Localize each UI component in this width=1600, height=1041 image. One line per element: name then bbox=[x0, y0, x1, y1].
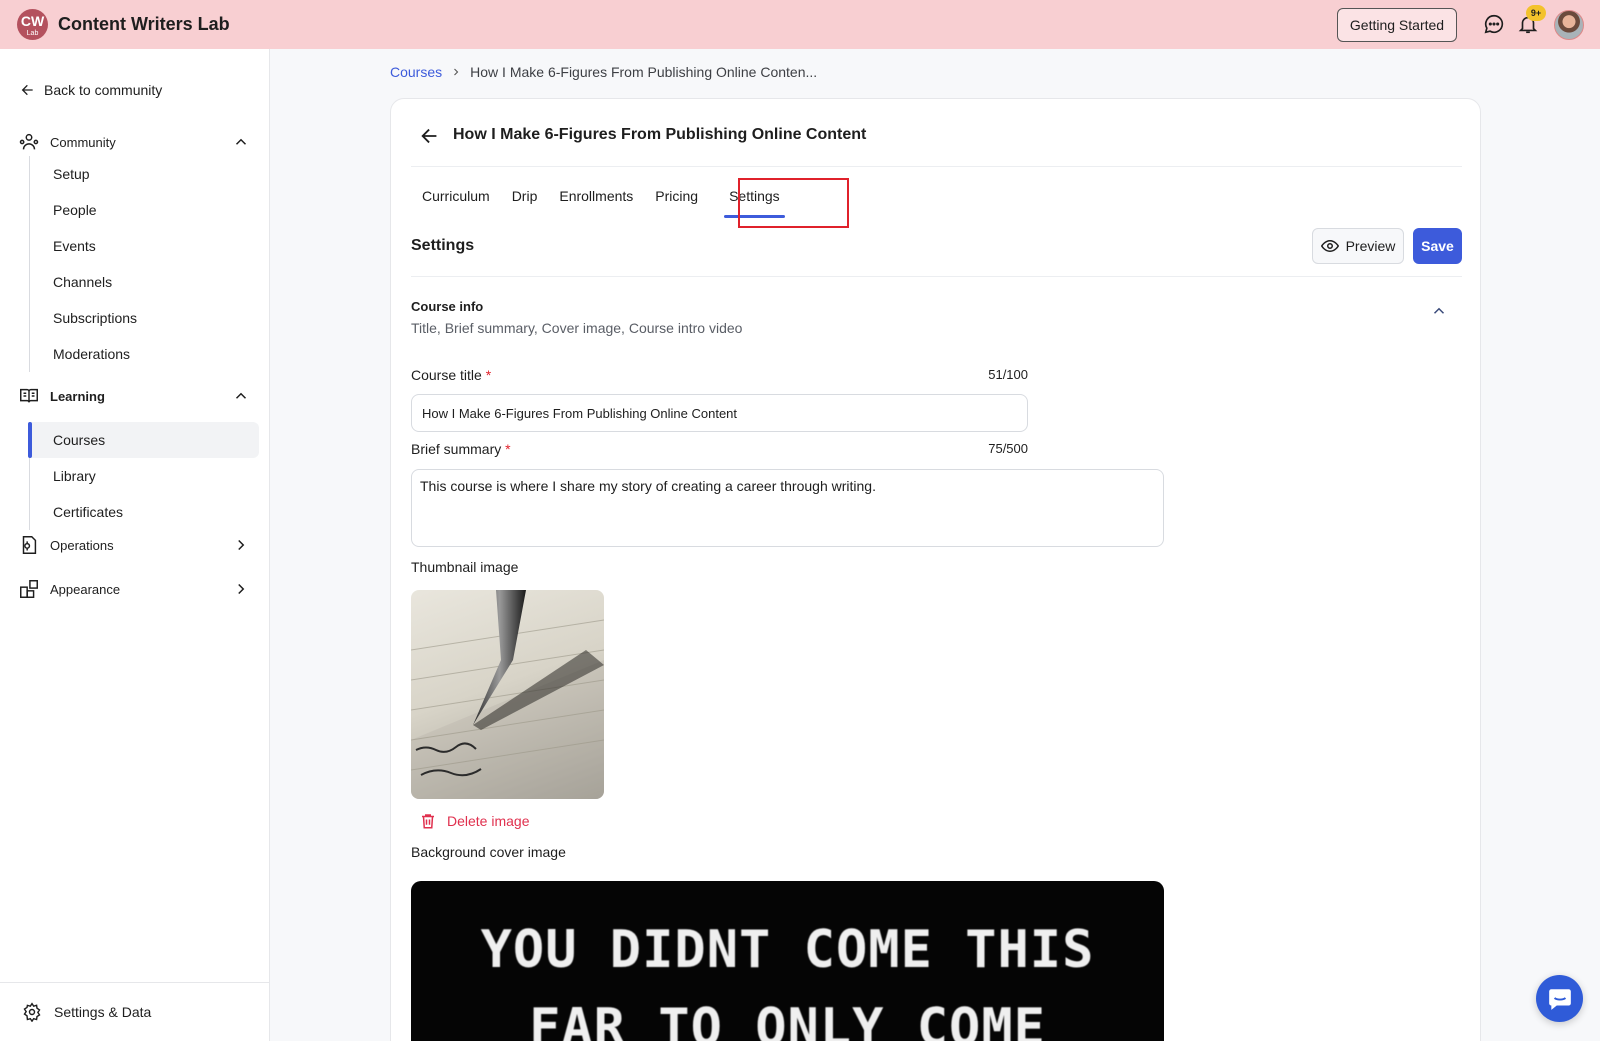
back-to-community-label: Back to community bbox=[44, 82, 163, 98]
sidebar-item-people[interactable]: People bbox=[30, 192, 259, 228]
chat-widget-button[interactable] bbox=[1536, 975, 1583, 1022]
cover-image[interactable]: YOU DIDNT COME THIS FAR TO ONLY COME bbox=[411, 881, 1164, 1041]
nav-section-community-label: Community bbox=[50, 134, 116, 150]
appearance-icon bbox=[20, 580, 38, 598]
eye-icon bbox=[1320, 239, 1339, 253]
chevron-right-icon[interactable] bbox=[232, 536, 250, 554]
divider bbox=[411, 166, 1462, 167]
course-title-label: Course title * bbox=[411, 367, 491, 383]
chevron-right-icon bbox=[454, 68, 459, 76]
breadcrumb: Courses How I Make 6-Figures From Publis… bbox=[390, 64, 817, 80]
chat-icon[interactable] bbox=[1483, 13, 1505, 35]
breadcrumb-current: How I Make 6-Figures From Publishing Onl… bbox=[470, 64, 818, 80]
logo-sub: Lab bbox=[26, 30, 39, 37]
summary-textarea[interactable]: This course is where I share my story of… bbox=[411, 469, 1164, 547]
back-to-community-link[interactable]: Back to community bbox=[20, 82, 162, 98]
arrow-left-icon bbox=[21, 84, 33, 96]
arrow-left-icon[interactable] bbox=[419, 125, 441, 147]
course-info-title: Course info bbox=[411, 299, 484, 314]
sidebar-item-subscriptions[interactable]: Subscriptions bbox=[30, 300, 259, 336]
course-title-char-count: 51/100 bbox=[988, 367, 1028, 382]
nav-section-appearance[interactable]: Appearance bbox=[18, 577, 250, 601]
cover-line-1: YOU DIDNT COME THIS bbox=[480, 920, 1095, 980]
cover-line-2: FAR TO ONLY COME bbox=[529, 998, 1046, 1041]
nav-section-community[interactable]: Community bbox=[18, 130, 250, 154]
tab-pricing[interactable]: Pricing bbox=[644, 178, 709, 214]
sidebar-item-events[interactable]: Events bbox=[30, 228, 259, 264]
course-title-input[interactable] bbox=[411, 394, 1028, 432]
getting-started-button[interactable]: Getting Started bbox=[1337, 8, 1457, 42]
summary-label: Brief summary * bbox=[411, 441, 511, 457]
required-marker: * bbox=[485, 367, 492, 383]
sidebar: Back to community Community Setup People… bbox=[0, 49, 270, 1041]
chevron-up-icon[interactable] bbox=[232, 387, 250, 405]
summary-label-text: Brief summary bbox=[411, 441, 502, 457]
cover-image-text: YOU DIDNT COME THIS FAR TO ONLY COME bbox=[411, 911, 1164, 1041]
sidebar-item-certificates[interactable]: Certificates bbox=[30, 494, 259, 530]
save-button[interactable]: Save bbox=[1413, 228, 1462, 264]
book-icon bbox=[20, 388, 38, 403]
nav-section-learning[interactable]: Learning bbox=[18, 384, 250, 408]
course-title-label-text: Course title bbox=[411, 367, 482, 383]
settings-and-data-label: Settings & Data bbox=[54, 1004, 152, 1020]
user-avatar[interactable] bbox=[1554, 10, 1584, 40]
course-card: How I Make 6-Figures From Publishing Onl… bbox=[390, 98, 1481, 1041]
thumbnail-image[interactable] bbox=[411, 590, 604, 799]
breadcrumb-courses-link[interactable]: Courses bbox=[390, 64, 442, 80]
chevron-up-icon[interactable] bbox=[1430, 302, 1448, 320]
nav-section-learning-label: Learning bbox=[50, 388, 105, 404]
nav-section-operations-label: Operations bbox=[50, 537, 114, 553]
top-bar: CW Lab Content Writers Lab Getting Start… bbox=[0, 0, 1600, 49]
community-name[interactable]: Content Writers Lab bbox=[58, 14, 230, 35]
course-title: How I Make 6-Figures From Publishing Onl… bbox=[453, 126, 867, 143]
sidebar-item-moderations[interactable]: Moderations bbox=[30, 336, 259, 372]
learning-subnav: Courses Library Certificates bbox=[28, 422, 259, 530]
tab-drip[interactable]: Drip bbox=[501, 178, 549, 214]
preview-button[interactable]: Preview bbox=[1312, 228, 1404, 264]
settings-tab-highlight bbox=[738, 178, 849, 228]
notification-badge: 9+ bbox=[1526, 5, 1546, 21]
nav-section-operations[interactable]: Operations bbox=[18, 533, 250, 557]
course-info-subtitle: Title, Brief summary, Cover image, Cours… bbox=[411, 320, 743, 336]
sidebar-item-setup[interactable]: Setup bbox=[30, 156, 259, 192]
tab-enrollments[interactable]: Enrollments bbox=[548, 178, 644, 214]
delete-image-button[interactable]: Delete image bbox=[419, 812, 530, 830]
gear-icon bbox=[23, 1002, 41, 1022]
chat-bubble-icon bbox=[1548, 988, 1571, 1010]
community-subnav: Setup People Events Channels Subscriptio… bbox=[29, 156, 259, 372]
pen-photo bbox=[411, 590, 604, 799]
tab-curriculum[interactable]: Curriculum bbox=[411, 178, 501, 214]
community-icon bbox=[19, 133, 39, 150]
settings-heading: Settings bbox=[411, 237, 475, 254]
sidebar-item-library[interactable]: Library bbox=[30, 458, 259, 494]
chevron-up-icon[interactable] bbox=[232, 133, 250, 151]
summary-char-count: 75/500 bbox=[988, 441, 1028, 456]
thumbnail-label: Thumbnail image bbox=[411, 559, 519, 575]
nav-section-appearance-label: Appearance bbox=[50, 581, 121, 597]
settings-and-data-link[interactable]: Settings & Data bbox=[0, 982, 270, 1041]
course-tabs: Curriculum Drip Enrollments Pricing Sett… bbox=[411, 178, 791, 218]
divider bbox=[411, 276, 1462, 277]
trash-icon bbox=[422, 814, 434, 829]
preview-label: Preview bbox=[1345, 238, 1396, 254]
logo-initials: CW bbox=[20, 13, 45, 29]
community-logo[interactable]: CW Lab bbox=[17, 9, 48, 40]
cover-label: Background cover image bbox=[411, 844, 566, 860]
sidebar-item-courses[interactable]: Courses bbox=[28, 422, 259, 458]
sidebar-item-channels[interactable]: Channels bbox=[30, 264, 259, 300]
chevron-right-icon[interactable] bbox=[232, 580, 250, 598]
operations-icon bbox=[22, 536, 37, 554]
required-marker: * bbox=[505, 441, 511, 457]
delete-image-label: Delete image bbox=[447, 813, 530, 829]
